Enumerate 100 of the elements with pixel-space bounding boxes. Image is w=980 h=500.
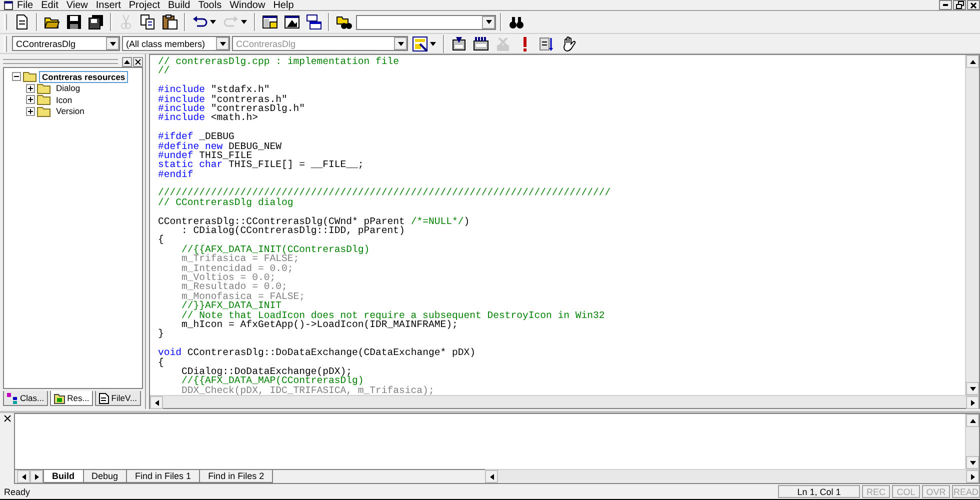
tree-item[interactable]: Version bbox=[53, 105, 88, 118]
expand-toggle[interactable] bbox=[26, 95, 35, 104]
workspace-tab[interactable]: Res... bbox=[50, 391, 94, 406]
collapse-toggle[interactable] bbox=[12, 72, 21, 82]
output-tab[interactable]: Find in Files 1 bbox=[126, 470, 200, 483]
down-arrow-icon bbox=[968, 458, 976, 466]
expand-toggle[interactable] bbox=[26, 106, 35, 116]
hand-icon bbox=[561, 36, 577, 52]
code-line: static char THIS_FILE[] = __FILE__; bbox=[158, 160, 365, 170]
cursor-position: Ln 1, Col 1 bbox=[778, 485, 860, 498]
code-line: //{{AFX_DATA_INIT(CContrerasDlg) bbox=[180, 244, 371, 254]
paste-button[interactable] bbox=[160, 12, 180, 32]
plus-icon bbox=[27, 108, 34, 115]
left-arrow-icon bbox=[20, 472, 28, 480]
close-icon[interactable] bbox=[4, 415, 10, 422]
scroll-left-button[interactable] bbox=[485, 470, 498, 483]
scroll-left-button[interactable] bbox=[150, 396, 163, 409]
code-line: : CDialog(CContrerasDlg::IDD, pParent) bbox=[182, 226, 406, 236]
menu-item[interactable]: File bbox=[13, 0, 38, 10]
scroll-up-button[interactable] bbox=[966, 55, 979, 68]
folder-icon bbox=[37, 82, 51, 94]
code-line: { bbox=[158, 358, 165, 367]
wizard-button[interactable] bbox=[410, 34, 439, 54]
right-arrow-icon bbox=[968, 472, 976, 480]
redo-icon bbox=[223, 14, 239, 30]
code-line: #include "stdafx.h" bbox=[158, 85, 270, 95]
menu-item[interactable]: Tools bbox=[194, 0, 226, 10]
clipboard-icon bbox=[162, 14, 178, 30]
scissors-icon bbox=[118, 14, 134, 30]
binoculars-folder-icon bbox=[336, 14, 352, 30]
code-line: // Note that LoadIcon does not require a subsequent DestroyIcon in Win32 bbox=[180, 310, 606, 320]
output-tab[interactable]: Build bbox=[43, 470, 84, 483]
up-arrow-icon bbox=[968, 58, 976, 66]
scroll-down-button[interactable] bbox=[966, 456, 979, 469]
restore-button[interactable] bbox=[953, 0, 966, 10]
right-arrow-icon bbox=[32, 472, 40, 480]
search-combo[interactable] bbox=[356, 14, 496, 30]
code-line: m_Monofasica = FALSE; bbox=[180, 292, 306, 302]
vertical-scrollbar[interactable] bbox=[965, 414, 979, 469]
scroll-up-button[interactable] bbox=[966, 414, 979, 427]
close-button[interactable] bbox=[967, 0, 980, 10]
status-indicator: COL bbox=[892, 485, 920, 498]
dropdown-arrow-button[interactable] bbox=[106, 37, 119, 50]
menu-item[interactable]: Help bbox=[269, 0, 298, 10]
code-line: CDialog::DoDataExchange(pDX); bbox=[180, 366, 352, 376]
class-combo[interactable]: CContrerasDlg bbox=[12, 36, 120, 51]
workspace-tab[interactable]: FileV... bbox=[95, 391, 141, 406]
tree-item[interactable]: Dialog bbox=[53, 82, 84, 94]
code-line: //}}AFX_DATA_INIT bbox=[180, 301, 282, 311]
up-arrow-icon bbox=[123, 58, 131, 66]
windows-button[interactable] bbox=[304, 12, 324, 32]
close-button[interactable] bbox=[133, 56, 143, 66]
workspace-tab[interactable]: Clas... bbox=[3, 391, 48, 406]
plus-icon bbox=[27, 84, 34, 92]
save-all-button[interactable] bbox=[86, 12, 106, 32]
menu-item[interactable]: Project bbox=[124, 0, 164, 10]
status-indicator: OVR bbox=[922, 485, 950, 498]
code-line: m_Resultado = 0.0; bbox=[180, 282, 288, 292]
output-tab[interactable]: Find in Files 2 bbox=[199, 470, 274, 483]
left-arrow-icon bbox=[152, 398, 160, 406]
scroll-down-button[interactable] bbox=[966, 382, 979, 395]
code-editor[interactable] bbox=[150, 55, 965, 395]
status-indicator: REC bbox=[862, 485, 890, 498]
undo-icon bbox=[192, 14, 208, 30]
caret-icon bbox=[396, 40, 404, 48]
tab-left-button[interactable] bbox=[17, 470, 30, 483]
save-button[interactable] bbox=[64, 12, 84, 32]
menu-item[interactable]: Build bbox=[164, 0, 194, 10]
horizontal-scrollbar[interactable] bbox=[150, 395, 979, 408]
code-line: m_Intencidad = 0.0; bbox=[180, 264, 294, 273]
horizontal-scrollbar[interactable] bbox=[485, 469, 979, 482]
window-pane-icon bbox=[262, 14, 278, 30]
menu-item[interactable]: View bbox=[62, 0, 92, 10]
stacked-windows-icon bbox=[306, 14, 322, 30]
scroll-right-button[interactable] bbox=[966, 470, 979, 483]
code-line: // bbox=[158, 66, 171, 76]
copy-icon bbox=[140, 14, 156, 30]
output-tab[interactable]: Debug bbox=[82, 470, 128, 483]
stop-icon bbox=[495, 36, 511, 52]
class-tree-icon bbox=[7, 392, 18, 404]
menu-item[interactable]: Window bbox=[226, 0, 270, 10]
document-icon[interactable] bbox=[4, 0, 13, 10]
menu-item[interactable]: Edit bbox=[37, 0, 62, 10]
maximize-button[interactable] bbox=[122, 56, 132, 66]
code-line: #endif bbox=[158, 170, 194, 180]
class-combo[interactable]: (All class members) bbox=[122, 36, 230, 51]
dropdown-arrow-button[interactable] bbox=[216, 37, 229, 50]
scroll-right-button[interactable] bbox=[966, 396, 979, 409]
caret-icon bbox=[108, 40, 116, 48]
code-line: } bbox=[158, 329, 165, 339]
minimize-button[interactable] bbox=[939, 0, 952, 10]
code-line: DDX_Check(pDX, IDC_TRIFASICA, m_Trifasica); bbox=[180, 386, 436, 395]
dropdown-arrow-button[interactable] bbox=[482, 16, 495, 28]
expand-toggle[interactable] bbox=[26, 84, 35, 93]
close-icon bbox=[135, 58, 141, 64]
tab-right-button[interactable] bbox=[30, 470, 43, 483]
menu-item[interactable]: Insert bbox=[92, 0, 125, 10]
tree-item[interactable]: Icon bbox=[53, 94, 76, 106]
tree-item[interactable]: Contreras resources bbox=[39, 70, 128, 83]
vertical-scrollbar[interactable] bbox=[965, 55, 979, 395]
